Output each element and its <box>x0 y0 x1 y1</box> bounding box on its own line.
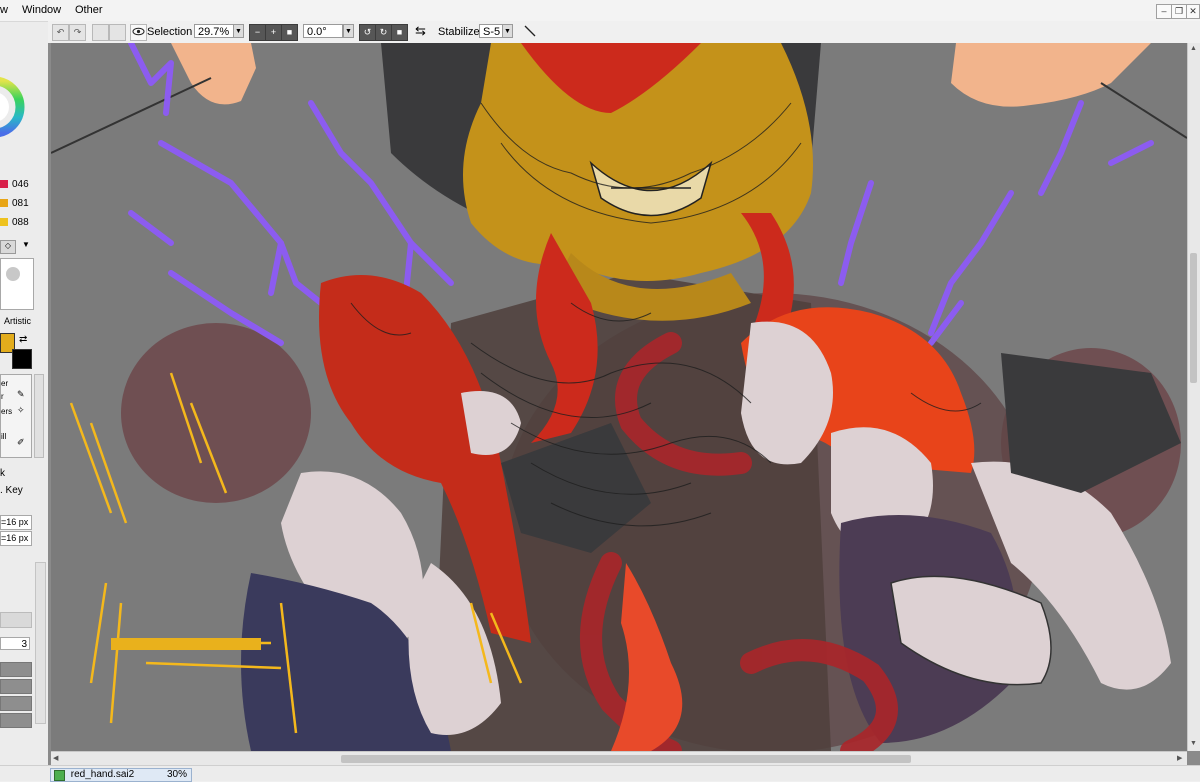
layer-button-3[interactable] <box>0 696 32 711</box>
layer-button-1[interactable] <box>0 662 32 677</box>
status-bar: red_hand.sai2 30% <box>0 765 1200 782</box>
color-value-1: 046 <box>12 179 29 190</box>
menu-view[interactable]: w <box>0 4 8 16</box>
menu-other[interactable]: Other <box>75 4 103 16</box>
size-field-2[interactable]: =16 px <box>0 531 32 546</box>
redo-icon[interactable]: ↷ <box>69 24 86 41</box>
minimize-icon[interactable]: – <box>1156 4 1172 19</box>
tool-list: er r ers ill ✎ ✧ ✐ <box>0 374 32 458</box>
lock-label-2: . Key <box>0 485 23 496</box>
color-slider-red-icon[interactable] <box>0 180 8 188</box>
drawing-canvas[interactable] <box>51 43 1187 751</box>
swap-colors-icon[interactable]: ⇄ <box>19 334 27 345</box>
color-value-2: 081 <box>12 198 29 209</box>
secondary-color-swatch[interactable] <box>12 349 32 369</box>
undo-icon[interactable]: ↶ <box>52 24 69 41</box>
selection-label[interactable]: Selection <box>147 26 192 38</box>
zoom-out-icon[interactable]: − <box>249 24 266 41</box>
left-panel: 046 081 088 ◇ ▼ Artistic ⇄ er r ers ill … <box>0 22 48 780</box>
pencil-tool-icon[interactable]: ✐ <box>17 437 25 448</box>
brush-dropdown-icon[interactable]: ▼ <box>22 240 30 249</box>
restore-icon[interactable]: ❐ <box>1171 4 1187 19</box>
zoom-in-icon[interactable]: + <box>265 24 282 41</box>
color-value-3: 088 <box>12 217 29 228</box>
toolbar: ↶ ↷ Selection 29.7% ▼ − + ■ 0.0° ▼ ↺ ↻ ■… <box>48 21 1200 44</box>
lock-label-1: k <box>0 468 5 479</box>
brush-preview[interactable] <box>0 258 34 310</box>
stabilizer-field[interactable]: S-5 <box>479 24 503 38</box>
sparkle-tool-icon[interactable]: ✧ <box>17 405 25 416</box>
rotate-left-icon[interactable]: ↺ <box>359 24 376 41</box>
color-wheel[interactable] <box>0 52 28 162</box>
layer-button-2[interactable] <box>0 679 32 694</box>
stabilizer-dropdown-icon[interactable]: ▼ <box>502 24 513 38</box>
zoom-dropdown-icon[interactable]: ▼ <box>233 24 244 38</box>
golden-spear-shaft <box>111 638 261 650</box>
brush-tip-icon <box>6 267 20 281</box>
size-field-1[interactable]: =16 px <box>0 515 32 530</box>
rotate-right-icon[interactable]: ↻ <box>375 24 392 41</box>
rotate-reset-icon[interactable]: ■ <box>391 24 408 41</box>
scroll-left-icon[interactable]: ◀ <box>53 754 58 762</box>
zoom-reset-icon[interactable]: ■ <box>281 24 298 41</box>
vertical-scroll-thumb[interactable] <box>1190 253 1197 383</box>
color-slider-orange-icon[interactable] <box>0 199 8 207</box>
crop-icon[interactable] <box>109 24 126 41</box>
rotation-field[interactable]: 0.0° <box>303 24 343 38</box>
layer-button-4[interactable] <box>0 713 32 728</box>
deselect-icon[interactable] <box>92 24 109 41</box>
menu-window[interactable]: Window <box>22 4 61 16</box>
stabilizer-label: Stabilizer <box>438 26 484 38</box>
eye-icon[interactable] <box>130 24 147 41</box>
panel-toggle-button[interactable] <box>0 612 32 628</box>
horizontal-scrollbar[interactable]: ◀ ▶ <box>51 751 1187 766</box>
scroll-right-icon[interactable]: ▶ <box>1177 754 1182 762</box>
color-slider-yellow-icon[interactable] <box>0 218 8 226</box>
maroon-blob-left <box>121 323 311 503</box>
zoom-field[interactable]: 29.7% <box>194 24 234 38</box>
document-zoom-badge: 30% <box>166 769 187 780</box>
tool-label-4[interactable]: ill <box>1 432 6 441</box>
rotation-dropdown-icon[interactable]: ▼ <box>343 24 354 38</box>
menu-bar: w Window Other – ❐ ✕ <box>0 0 1200 22</box>
close-icon[interactable]: ✕ <box>1186 4 1200 19</box>
scroll-down-icon[interactable]: ▼ <box>1190 740 1197 747</box>
straight-line-icon[interactable] <box>523 24 537 41</box>
canvas-frame: ▲ ▼ ◀ ▶ <box>48 43 1200 766</box>
tool-label-1[interactable]: er <box>1 379 8 388</box>
document-tab-name: red_hand.sai2 <box>70 769 135 780</box>
panel-number-field[interactable]: 3 <box>0 637 30 650</box>
document-file-icon <box>54 770 65 781</box>
eraser-icon[interactable]: ◇ <box>0 240 16 254</box>
left-panel-scrollbar[interactable] <box>35 562 46 724</box>
pen-tool-icon[interactable]: ✎ <box>17 389 25 400</box>
scroll-up-icon[interactable]: ▲ <box>1190 45 1197 52</box>
horizontal-scroll-thumb[interactable] <box>341 755 911 763</box>
tool-label-2[interactable]: r <box>1 392 4 401</box>
vertical-scrollbar[interactable]: ▲ ▼ <box>1187 43 1200 751</box>
tool-list-scrollbar[interactable] <box>34 374 44 458</box>
flip-icon[interactable]: ⇆ <box>415 23 426 39</box>
tool-label-3[interactable]: ers <box>1 407 12 416</box>
mode-label[interactable]: Artistic <box>4 316 31 326</box>
